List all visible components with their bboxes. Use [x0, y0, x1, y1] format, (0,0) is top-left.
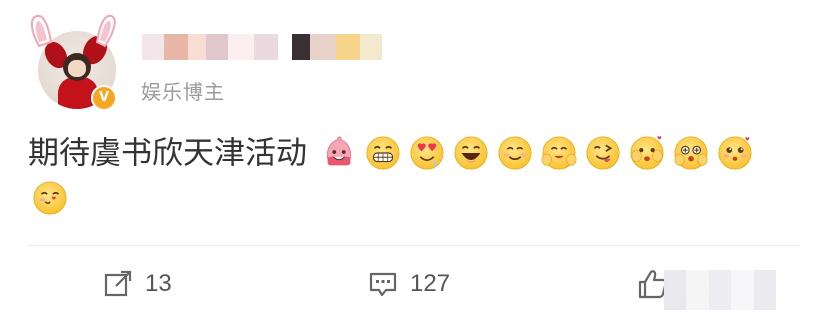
username-mosaic[interactable] [142, 32, 382, 62]
wink-tongue-icon [584, 134, 622, 172]
mosaic-cell [686, 270, 709, 310]
verified-badge: V [91, 85, 117, 111]
love-struck-icon [716, 134, 754, 172]
comment-button[interactable]: 127 [368, 260, 450, 308]
repost-button[interactable]: 13 [103, 260, 172, 308]
mosaic-cell [708, 270, 732, 310]
username-mosaic-block [310, 34, 336, 60]
smile-icon [496, 134, 534, 172]
comment-count: 127 [410, 270, 451, 297]
mosaic-cell [753, 270, 777, 310]
avatar[interactable]: V [27, 12, 117, 111]
username-mosaic-block [142, 34, 164, 60]
mosaic-cell [664, 270, 687, 310]
username-mosaic-block [360, 34, 382, 60]
username-mosaic-block [164, 34, 188, 60]
post-text: 期待虞书欣天津活动 [28, 135, 307, 172]
username-mosaic-block [254, 34, 278, 60]
verified-label: 娱乐博主 [141, 80, 225, 104]
pink-cake-icon [320, 134, 358, 172]
username-mosaic-block [188, 34, 206, 60]
blushing-hearts-icon [628, 134, 666, 172]
avatar-face [68, 60, 86, 77]
starry-eyed-icon [672, 134, 710, 172]
username-mosaic-block [336, 34, 360, 60]
hands-on-cheeks-icon [540, 134, 578, 172]
weibo-post-card: V 娱乐博主 期待虞书欣天津活动 13 127 [0, 0, 828, 326]
username-mosaic-block [206, 34, 228, 60]
username-mosaic-block [228, 34, 254, 60]
kiss-face-icon [31, 179, 69, 217]
comment-icon [369, 272, 397, 297]
repost-icon [104, 270, 132, 297]
heart-eyes-icon [408, 134, 446, 172]
divider [28, 245, 800, 246]
mosaic-cell [731, 270, 754, 310]
grinning-teeth-icon [364, 134, 402, 172]
mosaic-overlay [664, 270, 777, 310]
post-content: 期待虞书欣天津活动 [28, 130, 798, 220]
repost-count: 13 [145, 270, 172, 297]
bunny-ears-frame-icon [31, 14, 116, 48]
username-mosaic-block [292, 34, 310, 60]
laughing-icon [452, 134, 490, 172]
